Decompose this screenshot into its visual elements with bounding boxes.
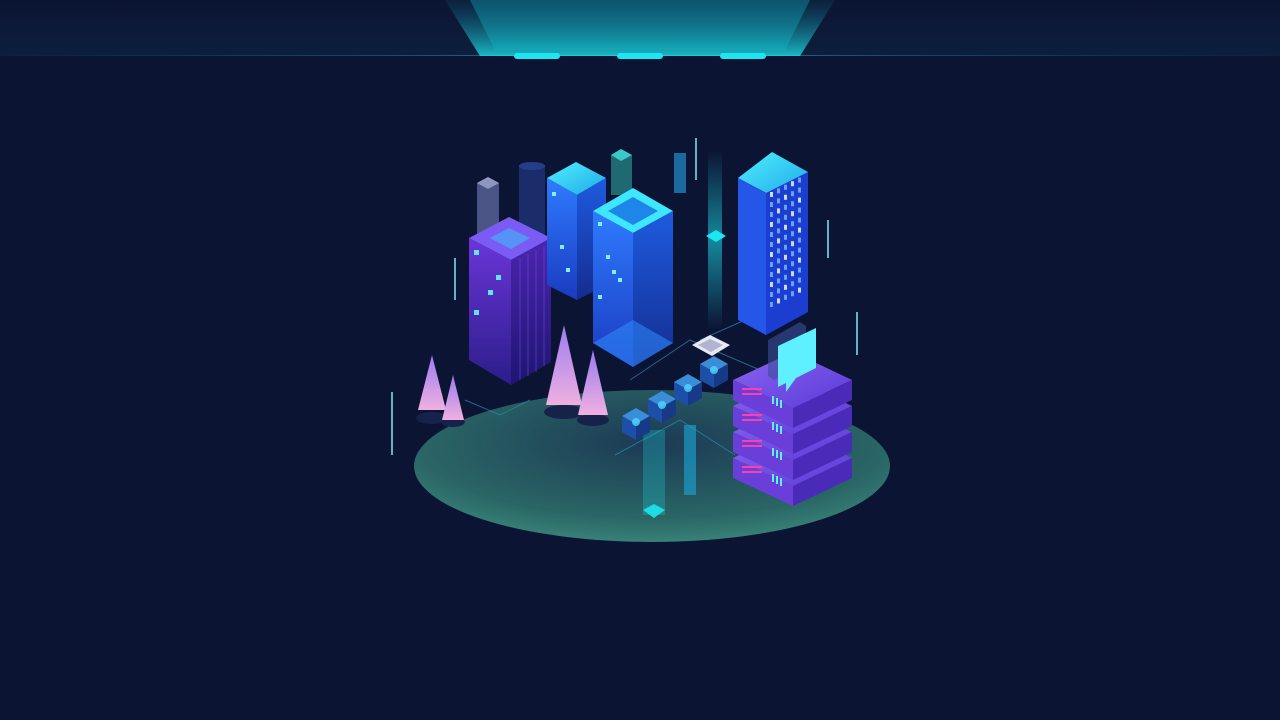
chip-icon: [692, 335, 730, 356]
header-cap: [445, 0, 835, 56]
smart-city-illustration: [391, 0, 890, 542]
indicator-pill-2[interactable]: [617, 53, 663, 59]
light-beam-base: [643, 430, 665, 515]
indicator-pill-3[interactable]: [720, 53, 766, 59]
office-tower: [738, 152, 808, 335]
purple-tower: [469, 217, 551, 385]
glass-tower: [593, 188, 673, 367]
smart-city-canvas: [0, 0, 1280, 720]
indicator-pill-1[interactable]: [514, 53, 560, 59]
